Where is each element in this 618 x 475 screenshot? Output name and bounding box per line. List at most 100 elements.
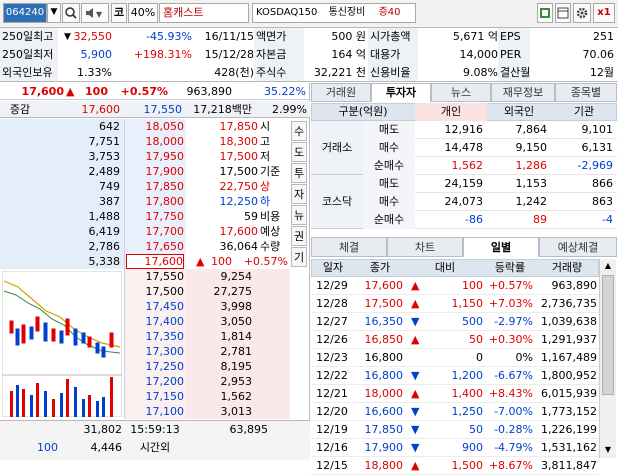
bid-price[interactable]: 17,400 xyxy=(126,314,185,329)
gear-icon xyxy=(576,7,588,19)
bid-price[interactable]: 17,450 xyxy=(126,299,185,314)
order-book: 17,600 ▲ 100 +0.57% 963,890 35.22% 증감 17… xyxy=(0,83,310,460)
side-tab-0[interactable]: 수 xyxy=(291,121,307,141)
bid-price[interactable]: 17,350 xyxy=(126,329,185,344)
bid-price[interactable]: 17,200 xyxy=(126,374,185,389)
scroll-thumb[interactable] xyxy=(602,275,614,395)
daily-head-3: 등락률 xyxy=(494,261,526,274)
daily-head-4: 거래량 xyxy=(551,261,583,274)
scroll-down-icon[interactable]: ▼ xyxy=(600,443,616,457)
tab-broker[interactable]: 거래원 xyxy=(311,83,371,102)
info-r2-c5: 164 억 xyxy=(331,48,366,61)
down-arrow-icon: ▼ xyxy=(411,405,420,418)
bid-price[interactable]: 17,550 xyxy=(126,269,185,284)
tab-financial[interactable]: 재무정보 xyxy=(491,83,555,102)
ask-price[interactable]: 17,900 xyxy=(126,164,185,179)
ask-price[interactable]: 17,650 xyxy=(126,239,185,254)
chevron-down-icon[interactable]: ▼ xyxy=(64,28,74,46)
bid-price[interactable]: 17,300 xyxy=(126,344,185,359)
mini-chart xyxy=(2,271,122,417)
investor-value: 24,073 xyxy=(444,195,484,208)
investor-value: 9,101 xyxy=(581,123,614,136)
tab-investor[interactable]: 투자자 xyxy=(371,83,431,102)
close-button[interactable]: x1 xyxy=(593,3,615,23)
ask-price[interactable]: 18,050 xyxy=(126,119,185,134)
daily-date: 12/29 xyxy=(316,279,348,292)
investor-value: 1,286 xyxy=(515,159,548,172)
investor-value: 7,864 xyxy=(515,123,548,136)
bid-price[interactable]: 17,500 xyxy=(126,284,185,299)
stat-value: 17,600 xyxy=(219,225,259,238)
tab-chart[interactable]: 차트 xyxy=(387,237,463,257)
daily-volume: 1,039,638 xyxy=(541,315,597,328)
side-tab-2[interactable]: 투 xyxy=(291,163,307,183)
stat-label: 수량 xyxy=(260,240,281,253)
investor-value: 866 xyxy=(592,177,613,190)
scrollbar[interactable]: ▲ ▼ xyxy=(599,259,616,458)
side-tab-3[interactable]: 자 xyxy=(291,184,307,204)
right-panel: 거래원 투자자 뉴스 재무정보 종목별 구분(억원) 개인 외국인 기관 거래소 매도 12,916… xyxy=(311,83,618,475)
daily-volume: 1,291,937 xyxy=(541,333,597,346)
stock-name[interactable]: 홈캐스트 xyxy=(159,3,249,23)
scroll-up-icon[interactable]: ▲ xyxy=(600,259,616,273)
investor-value: 1,242 xyxy=(515,195,548,208)
daily-close: 17,600 xyxy=(364,279,404,292)
info-r1-c2: -45.93% xyxy=(146,30,192,43)
bid-price[interactable]: 17,150 xyxy=(126,389,185,404)
daily-close: 16,850 xyxy=(364,333,404,346)
investor-value: 89 xyxy=(533,213,547,226)
info-r2-c1: 5,900 xyxy=(80,48,113,61)
total-volume: 963,890 xyxy=(186,85,233,98)
ask-price[interactable]: 17,850 xyxy=(126,179,185,194)
up-arrow-icon: ▲ xyxy=(411,333,420,346)
volume-rate: 35.22% xyxy=(264,85,306,98)
ask-volume: 387 xyxy=(99,195,120,208)
ask-price[interactable]: 17,750 xyxy=(126,209,185,224)
settings-button[interactable] xyxy=(573,3,591,23)
ask-price[interactable]: 17,600 xyxy=(126,254,184,269)
tab-trades[interactable]: 체결 xyxy=(311,237,387,257)
daily-rate: +7.03% xyxy=(488,297,533,310)
daily-change: 0 xyxy=(476,351,483,364)
daily-change: 500 xyxy=(462,315,483,328)
tab-expected[interactable]: 예상체결 xyxy=(539,237,617,257)
ask-volume: 749 xyxy=(99,180,120,193)
chart-button[interactable] xyxy=(537,3,553,23)
tab-news[interactable]: 뉴스 xyxy=(431,83,491,102)
ask-price[interactable]: 17,700 xyxy=(126,224,185,239)
daily-close: 17,500 xyxy=(364,297,404,310)
info-r2-c8: PER xyxy=(500,48,522,61)
ask-price[interactable]: 18,000 xyxy=(126,134,185,149)
ask-volume: 2,786 xyxy=(88,240,121,253)
daily-date: 12/23 xyxy=(316,351,348,364)
tab-daily[interactable]: 일별 xyxy=(463,237,539,257)
down-arrow-icon: ▼ xyxy=(411,441,420,454)
search-button[interactable] xyxy=(62,3,80,23)
up-arrow-icon: ▲ xyxy=(66,85,75,98)
info-r3-c6: 신용비율 xyxy=(370,66,411,79)
stock-code-input[interactable]: 064240 xyxy=(3,3,47,23)
side-tab-4[interactable]: 뉴 xyxy=(291,205,307,225)
investor-row-label: 매도 xyxy=(363,121,415,139)
tab-sector[interactable]: 종목별 xyxy=(555,83,617,102)
speaker-button[interactable]: ▼ xyxy=(81,3,109,23)
stat-value: 18,300 xyxy=(219,135,259,148)
info-r1-c8: EPS xyxy=(500,30,521,43)
ask-price[interactable]: 17,950 xyxy=(126,149,185,164)
bid-price[interactable]: 17,250 xyxy=(126,359,185,374)
side-tab-1[interactable]: 도 xyxy=(291,142,307,162)
side-tab-5[interactable]: 권 xyxy=(291,226,307,246)
info-r3-c8: 결산월 xyxy=(500,66,531,79)
side-tab-6[interactable]: 기 xyxy=(291,247,307,267)
info-r1-c3: 16/11/15 xyxy=(204,30,254,43)
code-dropdown-button[interactable]: ▼ xyxy=(47,3,61,23)
daily-close: 17,900 xyxy=(364,441,404,454)
daily-date: 12/16 xyxy=(316,441,348,454)
ask-price[interactable]: 17,800 xyxy=(126,194,185,209)
daily-close: 16,800 xyxy=(364,351,404,364)
bid-price[interactable]: 17,100 xyxy=(126,404,185,419)
down-arrow-icon: ▼ xyxy=(411,423,420,436)
info-r3-c4: 주식수 xyxy=(256,66,287,79)
window-button[interactable] xyxy=(555,3,571,23)
info-r1-c9: 251 xyxy=(593,30,614,43)
